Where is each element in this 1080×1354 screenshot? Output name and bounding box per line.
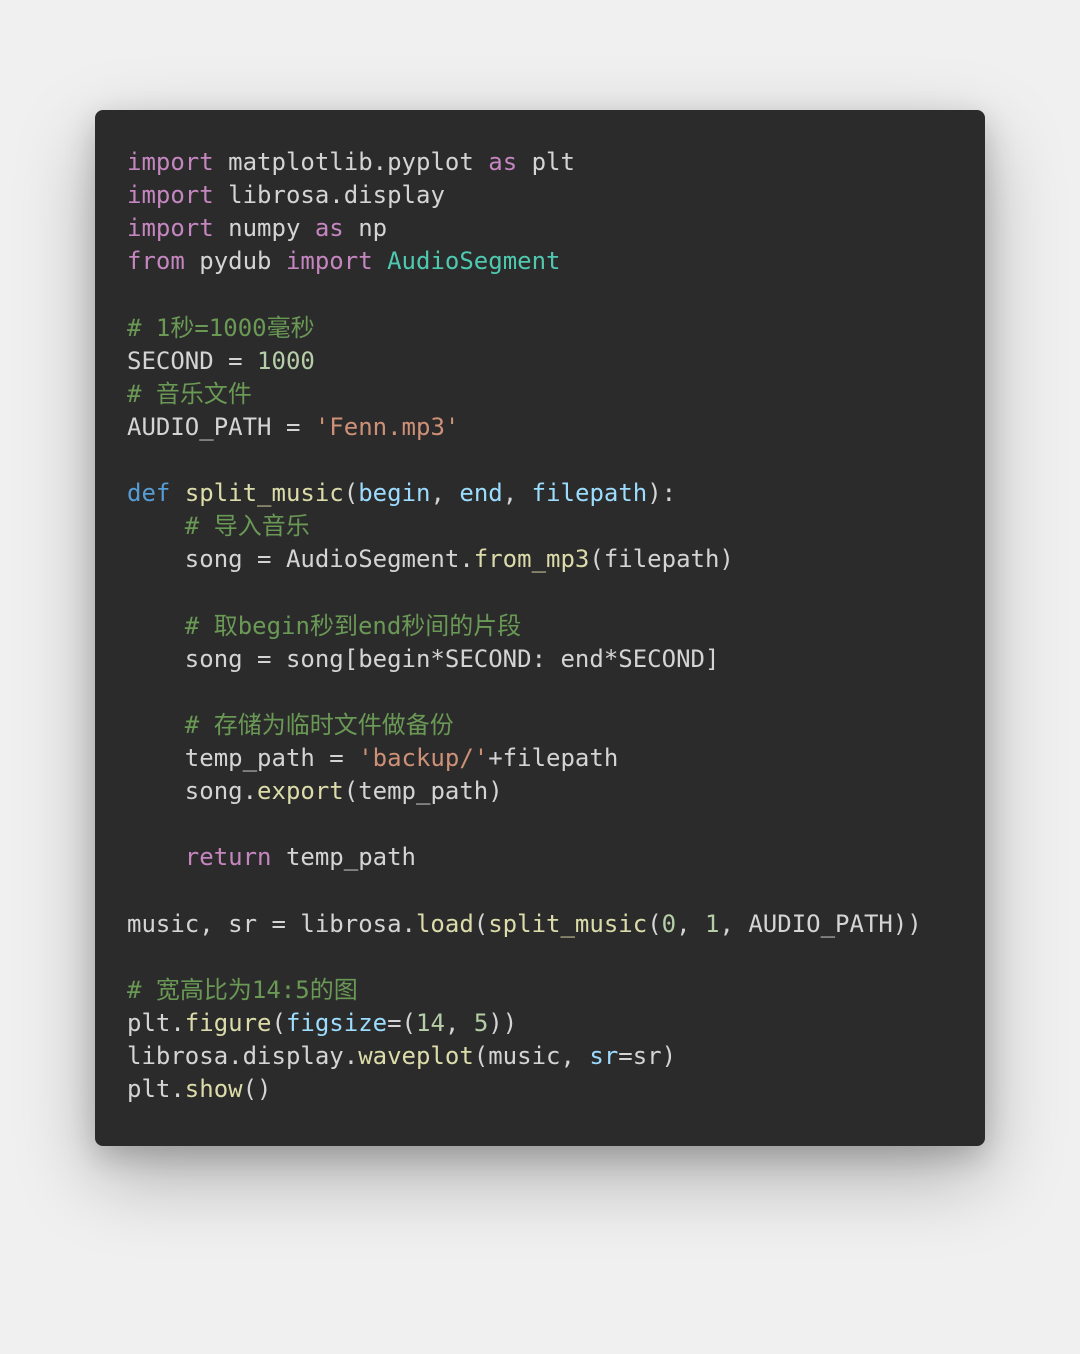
code-token: import: [127, 148, 214, 176]
code-token: 'backup/': [358, 744, 488, 772]
code-content: import matplotlib.pyplot as plt import l…: [127, 146, 953, 1106]
code-token: plt: [517, 148, 575, 176]
code-token: [127, 512, 185, 540]
code-token: , AUDIO_PATH)): [719, 910, 921, 938]
code-token: numpy: [214, 214, 315, 242]
code-token: =(: [387, 1009, 416, 1037]
code-token: (: [647, 910, 661, 938]
code-token: (: [344, 479, 358, 507]
code-token: as: [488, 148, 517, 176]
code-token: sr: [589, 1042, 618, 1070]
code-token: waveplot: [358, 1042, 474, 1070]
code-token: (: [272, 1009, 286, 1037]
code-token: song.: [127, 777, 257, 805]
code-token: plt.: [127, 1009, 185, 1037]
code-token: 'Fenn.mp3': [315, 413, 460, 441]
code-token: (: [474, 910, 488, 938]
code-token: +filepath: [488, 744, 618, 772]
code-token: 1: [705, 910, 719, 938]
code-token: from_mp3: [474, 545, 590, 573]
code-token: temp_path: [272, 843, 417, 871]
code-token: song = AudioSegment.: [127, 545, 474, 573]
code-token: [127, 678, 185, 706]
code-token: ,: [503, 479, 532, 507]
code-token: # 音乐文件: [127, 380, 252, 408]
code-token: return: [185, 843, 272, 871]
code-token: plt.: [127, 1075, 185, 1103]
code-token: end: [459, 479, 502, 507]
code-token: 1000: [257, 347, 315, 375]
code-token: # 宽高比为14:5的图: [127, 976, 358, 1004]
code-token: music, sr = librosa.: [127, 910, 416, 938]
code-token: split_music: [185, 479, 344, 507]
code-token: 14: [416, 1009, 445, 1037]
code-token: import: [127, 214, 214, 242]
code-token: [127, 612, 185, 640]
code-token: librosa.display.: [127, 1042, 358, 1070]
code-token: begin: [358, 479, 430, 507]
code-token: np: [344, 214, 387, 242]
code-token: [127, 843, 185, 871]
code-token: import: [127, 181, 214, 209]
code-block: import matplotlib.pyplot as plt import l…: [95, 110, 985, 1146]
code-token: )): [488, 1009, 517, 1037]
code-token: pydub: [185, 247, 286, 275]
code-token: (temp_path): [344, 777, 503, 805]
code-token: # 存储为临时文件做备份: [185, 711, 454, 739]
code-token: as: [315, 214, 344, 242]
code-token: ,: [445, 1009, 474, 1037]
code-token: 5: [474, 1009, 488, 1037]
code-token: figsize: [286, 1009, 387, 1037]
code-token: filepath: [532, 479, 648, 507]
code-token: AudioSegment: [373, 247, 561, 275]
code-token: ,: [430, 479, 459, 507]
code-token: from: [127, 247, 185, 275]
code-token: figure: [185, 1009, 272, 1037]
code-token: 0: [662, 910, 676, 938]
code-token: # 1秒=1000毫秒: [127, 314, 315, 342]
code-token: =sr): [618, 1042, 676, 1070]
code-token: import: [286, 247, 373, 275]
code-token: load: [416, 910, 474, 938]
code-token: song = song[begin*SECOND: end*SECOND]: [127, 645, 719, 673]
code-token: SECOND =: [127, 347, 257, 375]
code-token: [170, 479, 184, 507]
code-token: [127, 578, 185, 606]
code-token: ,: [676, 910, 705, 938]
code-token: (): [243, 1075, 272, 1103]
code-token: # 导入音乐: [185, 512, 310, 540]
code-token: temp_path =: [127, 744, 358, 772]
code-token: # 取begin秒到end秒间的片段: [185, 612, 522, 640]
code-token: (filepath): [589, 545, 734, 573]
code-token: librosa.display: [214, 181, 445, 209]
code-token: show: [185, 1075, 243, 1103]
code-token: [127, 810, 185, 838]
code-token: (music,: [474, 1042, 590, 1070]
code-token: [127, 711, 185, 739]
code-token: ):: [647, 479, 676, 507]
code-token: def: [127, 479, 170, 507]
code-token: export: [257, 777, 344, 805]
code-token: AUDIO_PATH =: [127, 413, 315, 441]
code-token: split_music: [488, 910, 647, 938]
code-token: matplotlib.pyplot: [214, 148, 489, 176]
